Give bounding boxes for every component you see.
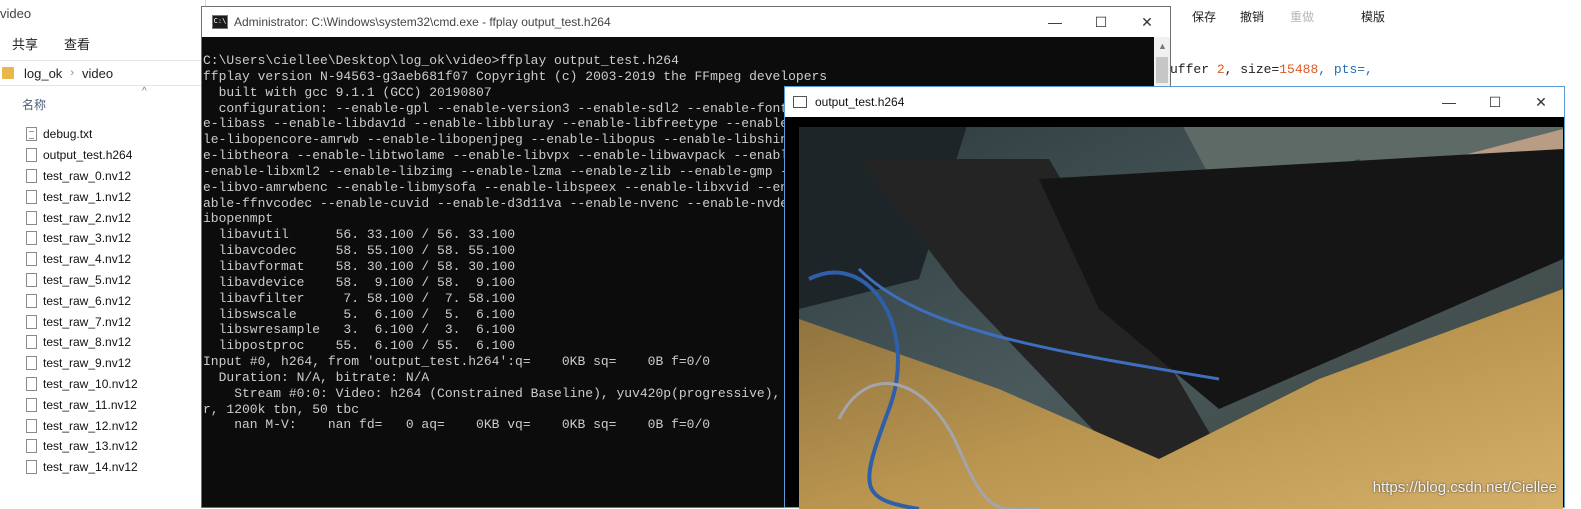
- watermark: https://blog.csdn.net/Ciellee: [1372, 479, 1557, 496]
- close-icon[interactable]: ✕: [1124, 7, 1170, 37]
- column-header-name[interactable]: 名称: [22, 96, 46, 113]
- breadcrumb-log-ok[interactable]: log_ok: [24, 66, 62, 81]
- file-icon: [26, 252, 37, 267]
- explorer-title: video: [0, 6, 32, 21]
- file-item[interactable]: test_raw_9.nv12: [26, 353, 138, 374]
- redo-button[interactable]: 重做: [1290, 8, 1314, 25]
- file-name: test_raw_11.nv12: [43, 397, 137, 412]
- maximize-icon[interactable]: ☐: [1078, 7, 1124, 37]
- file-item[interactable]: test_raw_4.nv12: [26, 249, 138, 270]
- cmd-window-controls: — ☐ ✕: [1032, 7, 1170, 37]
- file-item[interactable]: test_raw_11.nv12: [26, 394, 138, 415]
- file-name: test_raw_14.nv12: [43, 460, 138, 475]
- file-icon: [26, 356, 37, 371]
- console-line: ffplay version N-94563-g3aeb681f07 Copyr…: [203, 68, 828, 84]
- file-icon: [26, 460, 37, 475]
- file-icon: [26, 397, 37, 412]
- file-name: test_raw_1.nv12: [43, 189, 132, 204]
- file-list: debug.txt output_test.h264 test_raw_0.nv12…: [26, 124, 138, 478]
- cmd-titlebar[interactable]: C:\ Administrator: C:\Windows\system32\c…: [202, 7, 1170, 37]
- file-name: test_raw_10.nv12: [43, 376, 138, 391]
- file-name: test_raw_0.nv12: [43, 168, 132, 183]
- file-name: test_raw_8.nv12: [43, 335, 132, 350]
- ffplay-title: output_test.h264: [815, 95, 905, 109]
- ribbon-tab-share[interactable]: 共享: [12, 34, 38, 53]
- file-name: output_test.h264: [43, 148, 133, 163]
- ffplay-window-controls: — ☐ ✕: [1426, 87, 1564, 117]
- code-end: , pts=,: [1318, 62, 1373, 77]
- file-name: test_raw_7.nv12: [43, 314, 132, 329]
- file-item[interactable]: test_raw_8.nv12: [26, 332, 138, 353]
- file-icon: [26, 376, 37, 391]
- save-button[interactable]: 保存: [1192, 8, 1216, 25]
- file-item[interactable]: test_raw_12.nv12: [26, 415, 138, 436]
- undo-button[interactable]: 撤销: [1240, 8, 1264, 25]
- file-icon: [26, 148, 37, 163]
- close-icon[interactable]: ✕: [1518, 87, 1564, 117]
- file-icon: [26, 189, 37, 204]
- file-item[interactable]: debug.txt: [26, 124, 138, 145]
- file-item[interactable]: test_raw_2.nv12: [26, 207, 138, 228]
- file-name: test_raw_13.nv12: [43, 439, 138, 454]
- ffplay-window[interactable]: output_test.h264 — ☐ ✕: [784, 86, 1565, 509]
- file-name: test_raw_6.nv12: [43, 293, 132, 308]
- file-item[interactable]: test_raw_5.nv12: [26, 270, 138, 291]
- video-frame-image: [799, 119, 1563, 509]
- explorer-ribbon: 共享 查看: [12, 34, 90, 53]
- cmd-title: Administrator: C:\Windows\system32\cmd.e…: [234, 15, 611, 29]
- window-icon: [793, 96, 807, 108]
- file-name: test_raw_9.nv12: [43, 356, 132, 371]
- ffplay-titlebar[interactable]: output_test.h264 — ☐ ✕: [785, 87, 1564, 117]
- code-number: 2: [1216, 62, 1225, 77]
- code-line: uffer 2, size=15488, pts=,: [1170, 62, 1373, 77]
- minimize-icon[interactable]: —: [1032, 7, 1078, 37]
- file-icon: [26, 210, 37, 225]
- file-item[interactable]: test_raw_6.nv12: [26, 290, 138, 311]
- console-line: C:\Users\ciellee\Desktop\log_ok\video>ff…: [203, 53, 679, 68]
- file-name: debug.txt: [43, 127, 93, 142]
- sort-up-icon: ^: [142, 86, 147, 97]
- file-item[interactable]: test_raw_10.nv12: [26, 374, 138, 395]
- file-icon: [26, 293, 37, 308]
- editor-window: 保存 撤销 重做 模版 uffer 2, size=15488, pts=,: [1168, 0, 1581, 90]
- code-prefix: uffer: [1170, 62, 1217, 77]
- address-bar[interactable]: log_ok › video: [0, 60, 205, 86]
- file-item[interactable]: output_test.h264: [26, 145, 138, 166]
- file-icon: [26, 231, 37, 246]
- chevron-right-icon: ›: [70, 67, 74, 79]
- file-icon: [26, 439, 37, 454]
- file-item[interactable]: test_raw_1.nv12: [26, 186, 138, 207]
- video-frame[interactable]: [799, 119, 1563, 509]
- file-name: test_raw_12.nv12: [43, 418, 138, 433]
- file-icon: [26, 168, 37, 183]
- code-number: 15488: [1279, 62, 1319, 77]
- text-file-icon: [26, 127, 37, 142]
- minimize-icon[interactable]: —: [1426, 87, 1472, 117]
- folder-icon: [2, 67, 14, 79]
- file-explorer-window: video 共享 查看 log_ok › video ^ 名称 debug.tx…: [0, 0, 206, 508]
- file-icon: [26, 418, 37, 433]
- file-item[interactable]: test_raw_3.nv12: [26, 228, 138, 249]
- file-name: test_raw_3.nv12: [43, 231, 132, 246]
- breadcrumb-video[interactable]: video: [82, 66, 113, 81]
- scrollbar-thumb[interactable]: [1156, 57, 1168, 83]
- file-icon: [26, 335, 37, 350]
- file-name: test_raw_4.nv12: [43, 252, 132, 267]
- code-mid: , size=: [1224, 62, 1280, 77]
- scroll-up-icon[interactable]: ▲: [1158, 41, 1167, 51]
- file-item[interactable]: test_raw_13.nv12: [26, 436, 138, 457]
- template-button[interactable]: 模版: [1361, 8, 1385, 25]
- cmd-app-icon: C:\: [212, 15, 228, 29]
- file-icon: [26, 272, 37, 287]
- file-item[interactable]: test_raw_14.nv12: [26, 457, 138, 478]
- file-name: test_raw_2.nv12: [43, 210, 132, 225]
- file-item[interactable]: test_raw_7.nv12: [26, 311, 138, 332]
- file-name: test_raw_5.nv12: [43, 272, 132, 287]
- maximize-icon[interactable]: ☐: [1472, 87, 1518, 117]
- file-item[interactable]: test_raw_0.nv12: [26, 166, 138, 187]
- ribbon-tab-view[interactable]: 查看: [64, 34, 90, 53]
- file-icon: [26, 314, 37, 329]
